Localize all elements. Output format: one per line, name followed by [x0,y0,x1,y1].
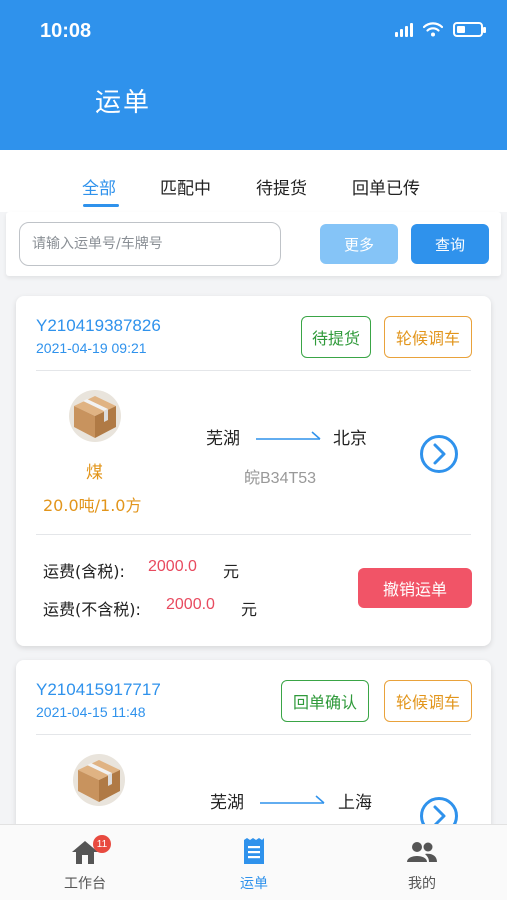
search-panel: 更多 查询 [6,212,501,276]
tabbar-waybill[interactable]: 运单 [204,825,304,900]
search-input[interactable] [19,222,281,266]
tab-matching[interactable]: 匹配中 [160,174,211,199]
cargo-name: 煤 [86,463,103,483]
tabbar-workbench[interactable]: 11 工作台 [35,825,135,900]
dispatch-tag: 轮候调车 [384,316,472,358]
top-header: 10:08 运单 [0,0,507,150]
origin-city: 芜湖 [206,429,240,449]
fee-notax-value: 2000.0 [166,596,215,613]
tabbar-label: 工作台 [64,876,106,892]
dispatch-tag: 轮候调车 [384,680,472,722]
tabbar-label: 我的 [408,876,436,892]
cargo-quantity: 20.0吨/1.0方 [43,496,142,515]
divider [36,734,471,735]
status-time: 10:08 [40,20,92,42]
order-time: 2021-04-15 11:48 [36,704,146,720]
fee-unit: 元 [223,562,240,581]
tab-all[interactable]: 全部 [82,174,116,199]
plate-number: 皖B34T53 [244,470,317,487]
order-number: Y210415917717 [36,680,161,699]
destination-city: 上海 [338,793,372,813]
route-arrow-icon [256,431,321,440]
route-arrow-icon [260,795,325,804]
tabbar-mine[interactable]: 我的 [372,825,472,900]
battery-icon [453,22,486,37]
tab-receipt-uploaded[interactable]: 回单已传 [352,174,420,199]
document-icon [244,838,264,864]
order-number: Y210419387826 [36,316,161,335]
chevron-right-icon[interactable] [419,434,459,474]
divider [36,534,471,535]
fee-tax-label: 运费(含税): [43,562,125,581]
wifi-icon [423,22,443,37]
cancel-order-button[interactable]: 撤销运单 [358,568,472,608]
fee-unit: 元 [241,600,258,619]
divider [36,370,471,371]
bottom-tab-bar: 11 工作台 运单 我的 [0,824,507,900]
status-tag: 待提货 [301,316,371,358]
status-tag: 回单确认 [281,680,369,722]
origin-city: 芜湖 [210,793,244,813]
cellular-signal-icon [395,22,413,37]
page-title: 运单 [95,88,152,118]
cargo-box-icon [69,390,121,442]
fee-tax-value: 2000.0 [148,558,197,575]
more-button[interactable]: 更多 [320,224,398,264]
cargo-box-icon [73,754,125,806]
order-card[interactable]: Y210419387826 2021-04-19 09:21 待提货 轮候调车 … [16,296,491,646]
fee-notax-label: 运费(不含税): [43,600,141,619]
tab-pending-pickup[interactable]: 待提货 [256,174,307,199]
destination-city: 北京 [333,429,367,449]
active-tab-indicator [83,204,119,207]
query-button[interactable]: 查询 [411,224,489,264]
order-time: 2021-04-19 09:21 [36,340,147,356]
users-icon [407,842,437,862]
notification-badge: 11 [93,835,111,853]
filter-tabs: 全部 匹配中 待提货 回单已传 [0,150,507,212]
status-icons [395,22,486,37]
tabbar-label: 运单 [240,876,268,892]
